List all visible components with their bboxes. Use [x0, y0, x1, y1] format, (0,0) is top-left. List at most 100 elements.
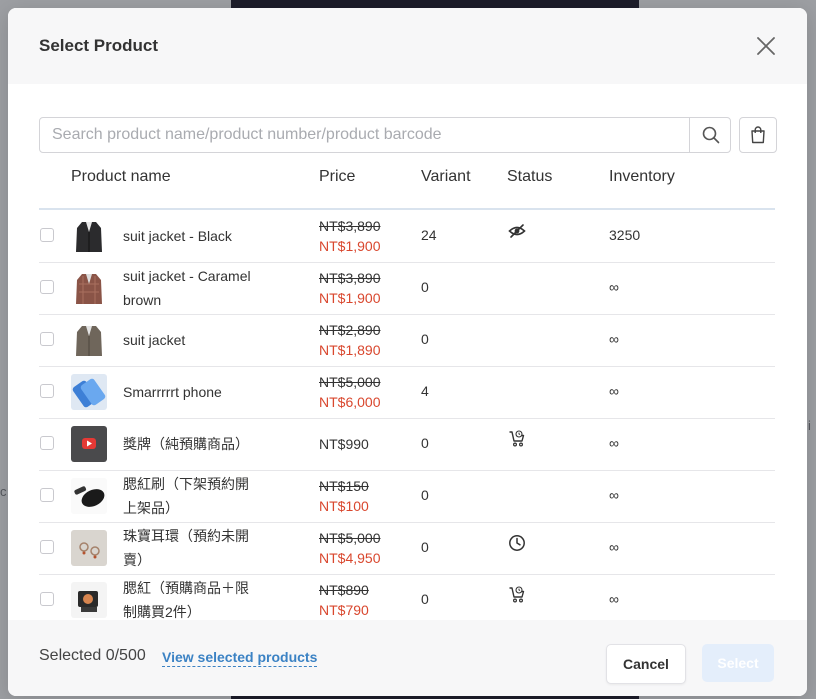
sale-price: NT$100 — [319, 498, 369, 514]
column-header-status: Status — [507, 168, 553, 185]
product-thumbnail — [71, 218, 107, 254]
table-row[interactable]: suit jacket NT$2,890 NT$1,890 0 ∞ — [39, 314, 775, 367]
product-list: suit jacket - Black NT$3,890 NT$1,900 24… — [39, 210, 775, 620]
product-price: NT$5,000 NT$4,950 — [319, 528, 380, 568]
inventory: ∞ — [609, 435, 619, 451]
product-name: 腮紅刷（下架預約開上架品） — [123, 476, 249, 516]
variant-count: 0 — [421, 487, 429, 503]
variant-count: 24 — [421, 227, 437, 243]
sale-price: NT$1,900 — [319, 238, 381, 254]
sale-price: NT$1,900 — [319, 290, 381, 306]
table-row[interactable]: Smarrrrrt phone NT$5,000 NT$6,000 4 ∞ — [39, 366, 775, 419]
search-icon — [702, 126, 719, 144]
background-edge-text-right: i — [808, 418, 811, 433]
inventory: ∞ — [609, 383, 619, 399]
row-checkbox[interactable] — [40, 228, 54, 242]
original-price: NT$5,000 — [319, 374, 381, 390]
view-selected-products-link[interactable]: View selected products — [162, 649, 318, 667]
table-header: Product name Price Variant Status Invent… — [39, 158, 775, 210]
variant-count: 0 — [421, 331, 429, 347]
table-row[interactable]: 腮紅（預購商品＋限制購買2件） NT$890 NT$790 0 ∞ — [39, 574, 775, 620]
product-name: Smarrrrrt phone — [123, 384, 222, 400]
product-thumbnail — [71, 322, 107, 358]
original-price: NT$5,000 — [319, 530, 381, 546]
original-price: NT$3,890 — [319, 218, 381, 234]
variant-count: 4 — [421, 383, 429, 399]
product-price: NT$990 — [319, 434, 369, 454]
sale-price: NT$6,000 — [319, 394, 381, 410]
product-thumbnail — [71, 478, 107, 514]
product-name: 珠寶耳環（預約未開賣） — [123, 528, 249, 568]
inventory: ∞ — [609, 591, 619, 607]
column-header-product-name: Product name — [71, 168, 171, 185]
product-name: 腮紅（預購商品＋限制購買2件） — [123, 580, 249, 620]
product-thumbnail — [71, 426, 107, 462]
background-edge-text-left: c — [0, 484, 7, 499]
inventory: 3250 — [609, 227, 641, 243]
inventory: ∞ — [609, 331, 619, 347]
shopping-bag-button[interactable] — [739, 117, 777, 153]
product-price: NT$150 NT$100 — [319, 476, 369, 516]
status — [508, 534, 528, 554]
row-checkbox[interactable] — [40, 332, 54, 346]
product-name: suit jacket — [123, 332, 186, 348]
row-checkbox[interactable] — [40, 540, 54, 554]
search-button[interactable] — [689, 118, 731, 152]
sale-price: NT$4,950 — [319, 550, 381, 566]
product-thumbnail — [71, 582, 107, 618]
column-header-variant: Variant — [421, 168, 471, 185]
product-thumbnail — [71, 374, 107, 410]
select-product-dialog: Select Product Product name Pric — [8, 8, 807, 696]
shopping-bag-icon — [751, 126, 765, 144]
cancel-button[interactable]: Cancel — [606, 644, 686, 684]
variant-count: 0 — [421, 279, 429, 295]
status — [508, 430, 528, 450]
selected-count: Selected 0/500 — [39, 647, 146, 664]
original-price: NT$890 — [319, 582, 369, 598]
variant-count: 0 — [421, 591, 429, 607]
variant-count: 0 — [421, 539, 429, 555]
dialog-footer: Selected 0/500 View selected products Ca… — [8, 620, 807, 696]
inventory: ∞ — [609, 539, 619, 555]
row-checkbox[interactable] — [40, 592, 54, 606]
status — [508, 222, 528, 242]
product-price: NT$3,890 NT$1,900 — [319, 216, 380, 256]
dialog-title: Select Product — [39, 36, 159, 55]
row-checkbox[interactable] — [40, 488, 54, 502]
original-price: NT$2,890 — [319, 322, 381, 338]
column-header-price: Price — [319, 168, 356, 185]
search-input[interactable] — [52, 118, 672, 152]
table-row[interactable]: 腮紅刷（下架預約開上架品） NT$150 NT$100 0 ∞ — [39, 470, 775, 523]
inventory: ∞ — [609, 487, 619, 503]
product-price: NT$890 NT$790 — [319, 580, 369, 620]
table-row[interactable]: 獎牌（純預購商品） NT$990 0 ∞ — [39, 418, 775, 471]
product-name: suit jacket - Black — [123, 228, 232, 244]
product-price: NT$3,890 NT$1,900 — [319, 268, 380, 308]
product-price: NT$2,890 NT$1,890 — [319, 320, 380, 360]
product-thumbnail — [71, 530, 107, 566]
product-thumbnail — [71, 270, 107, 306]
close-icon — [757, 37, 775, 55]
row-checkbox[interactable] — [40, 384, 54, 398]
original-price: NT$3,890 — [319, 270, 381, 286]
product-name: 獎牌（純預購商品） — [123, 436, 249, 452]
table-row[interactable]: 珠寶耳環（預約未開賣） NT$5,000 NT$4,950 0 ∞ — [39, 522, 775, 575]
table-row[interactable]: suit jacket - Black NT$3,890 NT$1,900 24… — [39, 210, 775, 263]
product-name: suit jacket - Caramel brown — [123, 268, 251, 308]
clock-icon — [509, 535, 525, 551]
dialog-header: Select Product — [8, 8, 807, 84]
table-row[interactable]: suit jacket - Caramel brown NT$3,890 NT$… — [39, 262, 775, 315]
inventory: ∞ — [609, 279, 619, 295]
row-checkbox[interactable] — [40, 436, 54, 450]
preorder-cart-icon — [509, 430, 525, 447]
select-button[interactable]: Select — [702, 644, 774, 682]
product-price: NT$5,000 NT$6,000 — [319, 372, 380, 412]
hidden-eye-icon — [508, 224, 526, 238]
close-button[interactable] — [755, 35, 777, 57]
status — [508, 586, 528, 606]
sale-price: NT$790 — [319, 602, 369, 618]
preorder-cart-icon — [509, 586, 525, 603]
original-price: NT$150 — [319, 478, 369, 494]
row-checkbox[interactable] — [40, 280, 54, 294]
sale-price: NT$1,890 — [319, 342, 381, 358]
